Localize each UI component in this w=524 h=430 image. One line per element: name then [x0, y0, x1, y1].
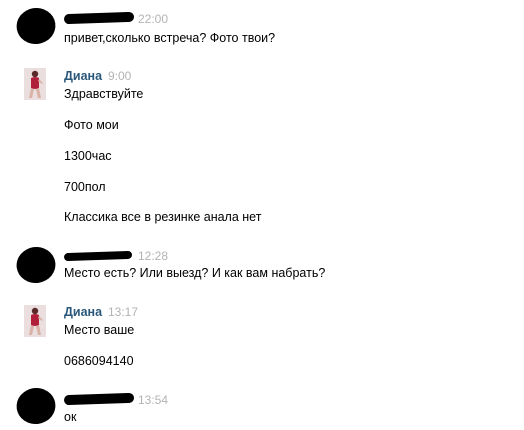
message-text: привет,сколько встреча? Фото твои?	[64, 31, 276, 45]
person-photo-icon	[24, 68, 46, 100]
redacted-author-name	[63, 392, 135, 406]
redacted-avatar	[14, 244, 58, 286]
avatar[interactable]	[24, 68, 46, 100]
message-text: Место ваше	[64, 323, 135, 337]
message-text: 1300час	[64, 149, 112, 163]
redacted-author-name	[63, 250, 133, 262]
message-text: Место есть? Или выезд? И как вам набрать…	[64, 266, 326, 280]
message-text: 700пол	[64, 180, 106, 194]
message-text: 0686094140	[64, 354, 134, 368]
message-time: 9:00	[108, 69, 132, 83]
message-time: 22:00	[138, 12, 169, 26]
message-text: Классика все в резинке анала нет	[64, 210, 262, 224]
message-text: Фото мои	[64, 118, 119, 132]
redacted-avatar	[14, 5, 58, 47]
message-text: Здравствуйте	[64, 87, 144, 101]
author-name[interactable]: Диана	[64, 69, 102, 83]
message-time: 13:17	[108, 305, 139, 319]
avatar[interactable]	[24, 305, 46, 337]
message-text: ок	[64, 410, 77, 424]
message-time: 13:54	[138, 393, 169, 407]
redacted-author-name	[63, 11, 135, 25]
person-photo-icon	[24, 305, 46, 337]
author-name[interactable]: Диана	[64, 305, 102, 319]
message-time: 12:28	[138, 249, 169, 263]
redacted-avatar	[14, 385, 58, 427]
